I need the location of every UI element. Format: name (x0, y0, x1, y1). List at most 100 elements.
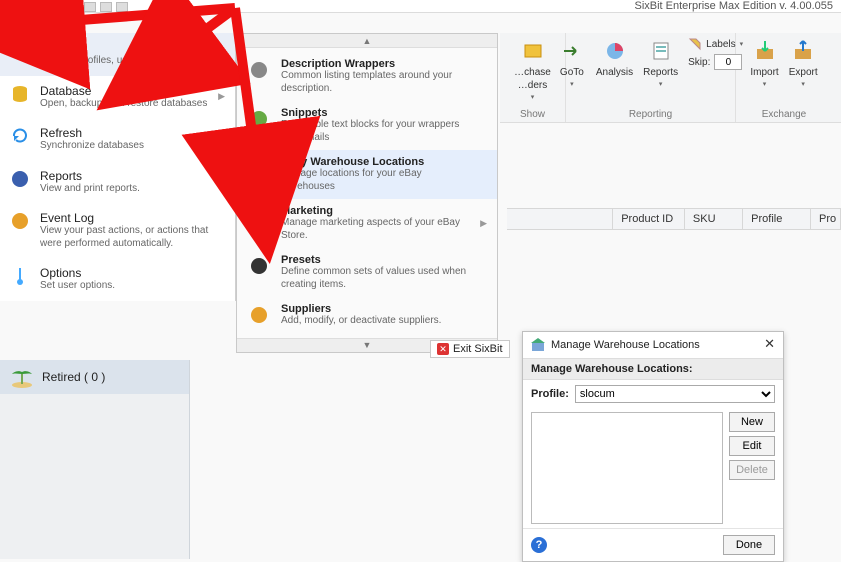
ribbon-group-reporting: Reporting (629, 106, 672, 120)
globe-icon (247, 156, 271, 180)
help-button[interactable]: ? (531, 537, 547, 553)
file-menu-reports[interactable]: ReportsView and print reports. (0, 161, 235, 204)
labels-button[interactable]: Labels ▾ (688, 37, 743, 51)
skip-label: Skip: (688, 57, 710, 68)
qat-icon[interactable] (84, 2, 96, 12)
chevron-down-icon: ▾ (763, 80, 767, 88)
submenu-desc: Manage locations for your eBay warehouse… (281, 168, 471, 193)
profile-select[interactable]: slocum (575, 385, 775, 403)
exit-button[interactable]: ✕ Exit SixBit (430, 340, 510, 358)
submenu-title: Snippets (281, 107, 471, 119)
menu-item-desc: View and print reports. (40, 183, 140, 196)
preset-icon (247, 254, 271, 278)
chevron-down-icon: ▾ (801, 80, 805, 88)
locations-listbox[interactable] (531, 412, 723, 524)
new-button[interactable]: New (729, 412, 775, 432)
chevron-down-icon: ▾ (531, 93, 535, 101)
close-icon: ✕ (437, 343, 449, 355)
purchase-orders-button[interactable]: …chase …ders ▾ (514, 37, 551, 101)
profile-label: Profile: (531, 388, 569, 400)
chevron-down-icon: ▾ (570, 80, 574, 88)
supplier-icon (247, 303, 271, 327)
submenu-suppliers[interactable]: SuppliersAdd, modify, or deactivate supp… (237, 297, 497, 334)
submenu-description-wrappers[interactable]: Description WrappersCommon listing templ… (237, 52, 497, 101)
dialog-close-button[interactable]: ✕ (764, 336, 775, 352)
qat-icon[interactable] (68, 2, 80, 12)
reports-button[interactable]: Reports ▾ (643, 37, 678, 88)
menu-item-title: Manage (40, 41, 203, 55)
submenu-marketing[interactable]: MarketingManage marketing aspects of you… (237, 199, 497, 248)
scroll-up-handle[interactable]: ▲ (237, 34, 497, 48)
submenu-desc: Add, modify, or deactivate suppliers. (281, 315, 441, 328)
submenu-ebay-warehouse-locations[interactable]: eBay Warehouse LocationsManage locations… (237, 150, 497, 199)
snip-icon (247, 107, 271, 131)
menu-item-title: Refresh (40, 126, 144, 140)
log-icon (10, 211, 30, 231)
purchase-label: …chase (514, 67, 551, 78)
app-title: SixBit Enterprise Max Edition v. 4.00.05… (634, 0, 833, 12)
qat-icon[interactable] (36, 2, 48, 12)
menu-item-desc: View your past actions, or actions that … (40, 225, 225, 250)
submenu-title: Suppliers (281, 303, 441, 315)
cart-icon (521, 39, 545, 63)
box-in-icon (753, 39, 777, 63)
manage-warehouse-dialog: Manage Warehouse Locations ✕ Manage Ware… (522, 331, 784, 562)
menu-item-title: Options (40, 266, 115, 280)
submenu-desc: Reuseable text blocks for your wrappers … (281, 119, 471, 144)
file-menu-database[interactable]: DatabaseOpen, backup, and restore databa… (0, 76, 235, 119)
ribbon: …chase …ders ▾ Show GoTo ▾ Analysis Repo… (500, 33, 841, 123)
goto-label: GoTo (560, 67, 584, 78)
menu-item-desc: Synchronize databases (40, 140, 144, 153)
analysis-label: Analysis (596, 67, 633, 78)
file-menu-refresh[interactable]: RefreshSynchronize databases (0, 118, 235, 161)
qat-icon[interactable] (116, 2, 128, 12)
submenu-desc: Manage marketing aspects of your eBay St… (281, 217, 470, 242)
submenu-snippets[interactable]: SnippetsReuseable text blocks for your w… (237, 101, 497, 150)
ribbon-group-exchange: Exchange (762, 106, 806, 120)
export-label: Export (789, 67, 818, 78)
pie-chart-icon (603, 39, 627, 63)
export-button[interactable]: Export ▾ (789, 37, 818, 88)
edit-button[interactable]: Edit (729, 436, 775, 456)
refresh-icon (10, 126, 30, 146)
import-label: Import (750, 67, 778, 78)
goto-button[interactable]: GoTo ▾ (558, 37, 586, 88)
tree-node-retired[interactable]: Retired ( 0 ) (0, 360, 189, 394)
ribbon-group-show: Show (520, 106, 545, 120)
submenu-title: Description Wrappers (281, 58, 471, 70)
qat-icon[interactable] (100, 2, 112, 12)
qat-icon[interactable] (52, 2, 64, 12)
mkt-icon (247, 205, 271, 229)
submenu-presets[interactable]: PresetsDefine common sets of values used… (237, 248, 497, 297)
exit-label: Exit SixBit (453, 343, 503, 355)
file-menu-manage[interactable]: ManageManage profiles, users, pictures, … (0, 33, 235, 76)
analysis-button[interactable]: Analysis (596, 37, 633, 78)
file-menu: ManageManage profiles, users, pictures, … (0, 33, 236, 301)
column-header[interactable]: Profile (743, 209, 811, 229)
menu-item-title: Database (40, 84, 207, 98)
import-button[interactable]: Import ▾ (750, 37, 778, 88)
chevron-down-icon (28, 19, 36, 27)
done-button[interactable]: Done (723, 535, 775, 555)
submenu-title: Presets (281, 254, 471, 266)
chevron-down-icon: ▾ (659, 80, 663, 88)
column-header[interactable]: Product ID (613, 209, 685, 229)
menu-item-title: Reports (40, 169, 140, 183)
chevron-right-icon: ▶ (218, 91, 225, 102)
qat-icon[interactable] (20, 2, 32, 12)
chevron-right-icon: ▶ (218, 49, 225, 60)
arrow-right-icon (560, 39, 584, 63)
menu-item-desc: Open, backup, and restore databases (40, 98, 207, 111)
column-header[interactable]: SKU (685, 209, 743, 229)
qat-icon[interactable] (4, 2, 16, 12)
gear-icon (10, 41, 30, 61)
delete-button[interactable]: Delete (729, 460, 775, 480)
tag-icon (688, 37, 702, 51)
column-header[interactable]: Pro (811, 209, 841, 229)
file-tab[interactable]: File (0, 13, 44, 33)
menu-item-desc: Manage profiles, users, pictures, etc. (40, 55, 203, 68)
column-header[interactable] (507, 209, 613, 229)
file-menu-event-log[interactable]: Event LogView your past actions, or acti… (0, 203, 235, 258)
file-menu-options[interactable]: OptionsSet user options. (0, 258, 235, 301)
reports-label: Reports (643, 67, 678, 78)
